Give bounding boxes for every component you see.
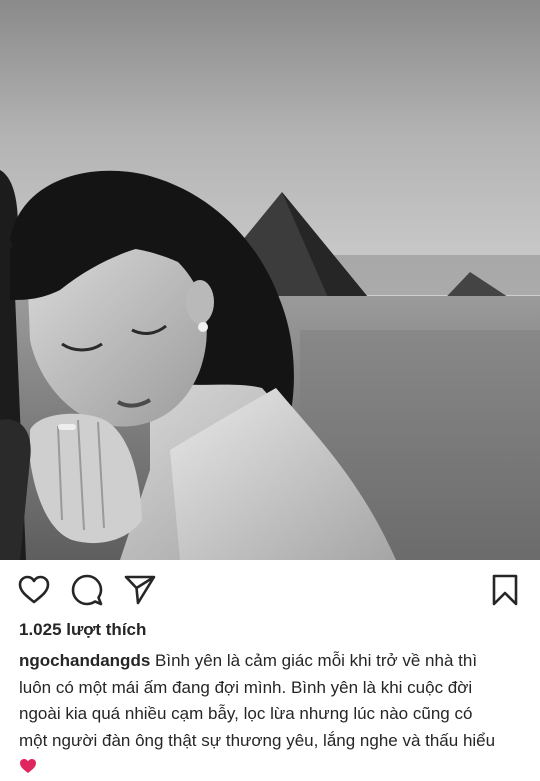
caption-line: ngoài kia quá nhiều cạm bẫy, lọc lừa như…: [19, 704, 473, 723]
heart-outline-icon: [18, 575, 50, 604]
caption-username[interactable]: ngochandangds: [19, 651, 150, 670]
like-button[interactable]: [17, 573, 51, 607]
caption-line: ngochandangds Bình yên là cảm giác mỗi k…: [19, 648, 524, 675]
bookmark-icon: [492, 574, 518, 606]
post-caption: ngochandangds Bình yên là cảm giác mỗi k…: [19, 648, 524, 781]
caption-emoji-line: [19, 754, 524, 781]
post-photo[interactable]: [0, 0, 540, 560]
photo-illustration: [0, 0, 540, 560]
likes-count[interactable]: 1.025 lượt thích: [19, 620, 146, 640]
save-button[interactable]: [488, 573, 522, 607]
share-button[interactable]: [123, 573, 157, 607]
caption-line: luôn có một mái ấm đang đợi mình. Bình y…: [19, 677, 473, 697]
comment-bubble-icon: [71, 574, 103, 606]
caption-text: Bình yên là cảm giác mỗi khi trở về nhà …: [155, 651, 478, 670]
comment-button[interactable]: [70, 573, 104, 607]
caption-line: một người đàn ông thật sự thương yêu, lắ…: [19, 730, 496, 750]
paper-plane-icon: [124, 575, 156, 605]
post-action-bar: [0, 560, 540, 618]
